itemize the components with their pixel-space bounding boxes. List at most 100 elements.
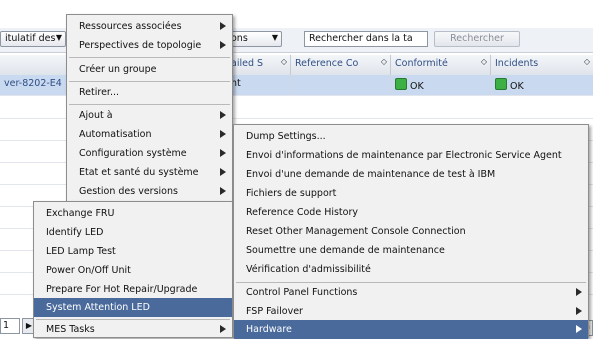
menu-item-control-panel-functions[interactable]: Control Panel Functions: [234, 283, 588, 302]
menu-item-reset-console-connection[interactable]: Reset Other Management Console Connectio…: [234, 222, 588, 241]
submenu-arrow-icon: [220, 149, 226, 157]
menu-item-label: Configuration système: [79, 148, 187, 159]
menu-separator: [69, 104, 230, 105]
menu-item-label: Envoi d'informations de maintenance par …: [246, 150, 562, 161]
menu-item-mes-tasks[interactable]: MES Tasks: [34, 320, 232, 339]
menu-item-label: Dump Settings...: [246, 131, 326, 142]
menu-item-label: MES Tasks: [46, 324, 95, 335]
sort-icon: ◇: [280, 57, 287, 66]
menu-item-retirer[interactable]: Retirer...: [67, 83, 232, 102]
menu-item-envoi-demande-test[interactable]: Envoi d'une demande de maintenance de te…: [234, 165, 588, 184]
menu-item-exchange-fru[interactable]: Exchange FRU: [34, 204, 232, 223]
actions-select[interactable]: ons ▼: [226, 31, 282, 47]
context-menu-main: Ressources associées Perspectives de top…: [66, 14, 233, 204]
column-header-reference-code[interactable]: Reference Co ◇: [290, 55, 390, 75]
chevron-down-icon: ▼: [271, 33, 278, 42]
sort-icon: ◇: [480, 57, 487, 66]
menu-item-configuration-systeme[interactable]: Configuration système: [67, 144, 232, 163]
menu-item-label: Envoi d'une demande de maintenance de te…: [246, 169, 496, 180]
row-incidents-label: OK: [510, 81, 524, 92]
chevron-down-icon: ▼: [55, 33, 62, 42]
menu-item-label: Automatisation: [79, 129, 152, 140]
menu-item-identify-led[interactable]: Identify LED: [34, 223, 232, 242]
menu-item-label: Etat et santé du système: [79, 167, 199, 178]
row-conformite: OK: [390, 75, 490, 95]
menu-item-perspectives-topologie[interactable]: Perspectives de topologie: [67, 36, 232, 55]
context-menu-serviceability: Dump Settings... Envoi d'informations de…: [233, 124, 589, 339]
submenu-arrow-icon: [220, 22, 226, 30]
menu-item-label: Power On/Off Unit: [46, 265, 131, 276]
menu-item-label: Ajout à: [79, 110, 113, 121]
menu-item-fsp-failover[interactable]: FSP Failover: [234, 302, 588, 321]
context-menu-service-tasks: Exchange FRU Identify LED LED Lamp Test …: [33, 201, 233, 338]
play-arrow-icon: ▶: [25, 321, 33, 330]
menu-item-label: FSP Failover: [246, 306, 303, 317]
menu-separator: [69, 57, 230, 58]
menu-item-label: Prepare For Hot Repair/Upgrade: [46, 284, 198, 295]
menu-item-hardware[interactable]: Hardware: [234, 320, 588, 339]
page-number-input[interactable]: 1: [0, 318, 20, 334]
menu-item-label: Créer un groupe: [79, 64, 157, 75]
submenu-arrow-icon: [576, 325, 582, 333]
menu-item-dump-settings[interactable]: Dump Settings...: [234, 127, 588, 146]
view-select-value: itulatif des: [5, 33, 56, 44]
menu-item-label: Control Panel Functions: [246, 287, 358, 298]
search-input-value: Rechercher dans la ta: [309, 33, 413, 44]
menu-item-label: Perspectives de topologie: [79, 40, 202, 51]
menu-item-ressources-associees[interactable]: Ressources associées: [67, 17, 232, 36]
submenu-arrow-icon: [576, 288, 582, 296]
menu-item-etat-sante[interactable]: Etat et santé du système: [67, 163, 232, 182]
menu-item-label: Fichiers de support: [246, 188, 337, 199]
status-ok-icon: [495, 78, 507, 90]
menu-item-prepare-hot-repair[interactable]: Prepare For Hot Repair/Upgrade: [34, 280, 232, 299]
column-header-incidents[interactable]: Incidents ◇: [490, 55, 593, 75]
search-button[interactable]: Rechercher: [434, 31, 520, 47]
menu-item-label: Ressources associées: [79, 21, 182, 32]
sort-icon: ◇: [380, 57, 387, 66]
menu-item-label: System Attention LED: [46, 302, 150, 313]
menu-item-ajout-a[interactable]: Ajout à: [67, 106, 232, 125]
menu-item-creer-groupe[interactable]: Créer un groupe: [67, 60, 232, 79]
menu-item-label: Retirer...: [79, 87, 120, 98]
menu-item-verification-admissibilite[interactable]: Vérification d'admissibilité: [234, 260, 588, 279]
submenu-arrow-icon: [220, 187, 226, 195]
view-select[interactable]: itulatif des ▼: [0, 31, 66, 47]
actions-select-value: ons: [231, 33, 248, 44]
column-header-conformite[interactable]: Conformité ◇: [390, 55, 490, 75]
submenu-arrow-icon: [220, 168, 226, 176]
submenu-arrow-icon: [220, 111, 226, 119]
menu-item-gestion-versions[interactable]: Gestion des versions: [67, 182, 232, 201]
status-ok-icon: [395, 78, 407, 90]
submenu-arrow-icon: [576, 307, 582, 315]
menu-item-soumettre-demande[interactable]: Soumettre une demande de maintenance: [234, 241, 588, 260]
menu-item-label: Gestion des versions: [79, 186, 178, 197]
menu-item-led-lamp-test[interactable]: LED Lamp Test: [34, 242, 232, 261]
menu-item-label: Reference Code History: [246, 207, 358, 218]
row-incidents: OK: [490, 75, 593, 95]
column-header-label: Incidents: [495, 58, 539, 69]
column-header-failed[interactable]: ailed S ◇: [226, 55, 290, 75]
menu-item-label: Identify LED: [46, 227, 104, 238]
menu-item-label: Hardware: [246, 324, 292, 335]
menu-item-label: LED Lamp Test: [46, 246, 116, 257]
column-header-label: ailed S: [231, 58, 264, 69]
menu-item-envoi-informations-esa[interactable]: Envoi d'informations de maintenance par …: [234, 146, 588, 165]
menu-item-label: Reset Other Management Console Connectio…: [246, 226, 466, 237]
menu-item-label: Exchange FRU: [46, 208, 115, 219]
row-conformite-label: OK: [410, 81, 424, 92]
submenu-arrow-icon: [220, 130, 226, 138]
menu-item-label: Vérification d'admissibilité: [246, 264, 371, 275]
row-name[interactable]: ver-8202-E4: [0, 75, 66, 95]
menu-item-reference-code-history[interactable]: Reference Code History: [234, 203, 588, 222]
submenu-arrow-icon: [220, 41, 226, 49]
submenu-arrow-icon: [220, 325, 226, 333]
row-reference-code: [290, 75, 390, 95]
row-failed: nt: [226, 75, 290, 95]
menu-item-system-attention-led[interactable]: System Attention LED: [34, 298, 232, 317]
menu-item-power-on-off[interactable]: Power On/Off Unit: [34, 261, 232, 280]
search-input[interactable]: Rechercher dans la ta: [304, 31, 428, 47]
menu-item-label: Soumettre une demande de maintenance: [246, 245, 445, 256]
menu-item-automatisation[interactable]: Automatisation: [67, 125, 232, 144]
menu-item-fichiers-support[interactable]: Fichiers de support: [234, 184, 588, 203]
column-header-label: Conformité: [395, 58, 448, 69]
